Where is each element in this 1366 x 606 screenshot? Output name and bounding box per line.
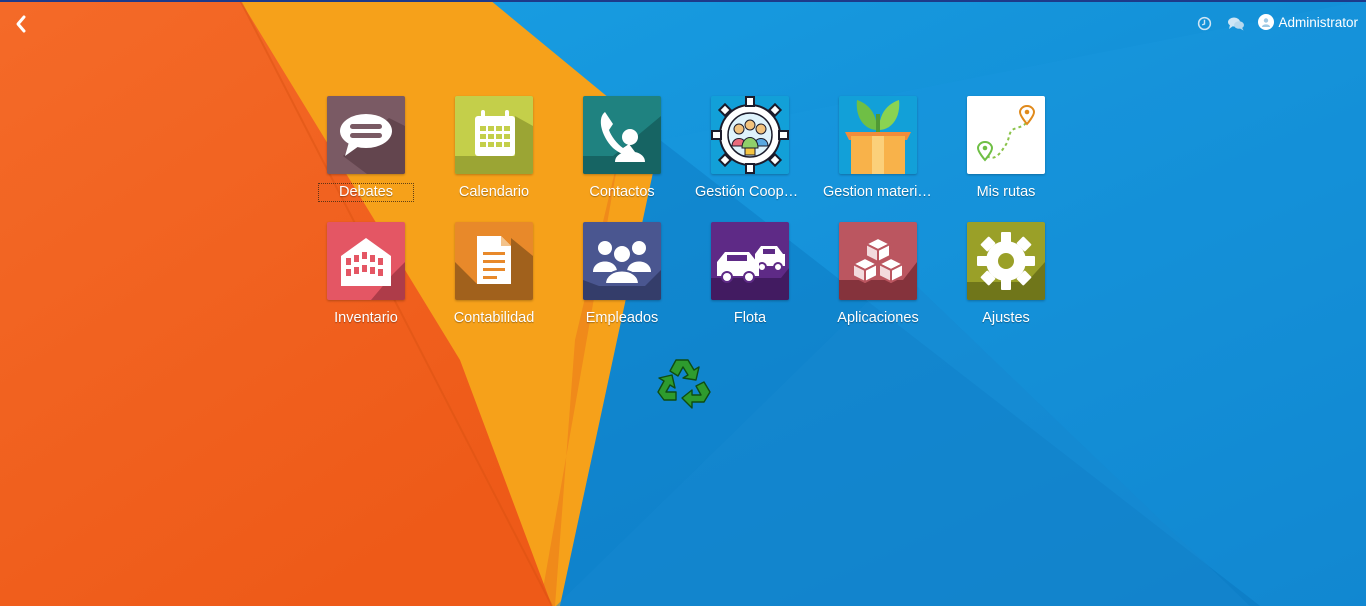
app-calendario[interactable]: Calendario	[430, 96, 558, 201]
app-label: Gestión Cooperativa	[695, 184, 805, 200]
app-grid: Debates Calendario Contactos Gestión Coo…	[302, 96, 1070, 327]
app-icon-tile	[327, 222, 405, 300]
app-debates[interactable]: Debates	[302, 96, 430, 202]
back-button[interactable]	[10, 12, 34, 36]
gear-icon	[967, 232, 1045, 300]
recycle-icon	[657, 359, 711, 409]
app-mis-rutas[interactable]: Mis rutas	[942, 96, 1070, 201]
chat-bubbles-icon	[1228, 17, 1244, 31]
app-label: Flota	[733, 310, 767, 326]
app-label: Contactos	[589, 184, 655, 200]
user-name: Administrator	[1278, 14, 1358, 30]
user-menu[interactable]: Administrator	[1258, 14, 1358, 30]
app-label: Mis rutas	[976, 184, 1036, 200]
app-icon-tile	[711, 222, 789, 300]
route-map-icon	[976, 104, 1036, 162]
user-icon	[1262, 18, 1271, 27]
app-icon-tile	[967, 222, 1045, 300]
app-aplicaciones[interactable]: Aplicaciones	[814, 222, 942, 327]
app-label: Calendario	[458, 184, 530, 200]
app-icon-tile	[839, 96, 917, 174]
chat-bubble-icon	[340, 114, 405, 174]
app-ajustes[interactable]: Ajustes	[942, 222, 1070, 327]
app-icon-tile	[967, 96, 1045, 174]
app-label: Debates	[318, 183, 414, 202]
app-icon-tile	[455, 96, 533, 174]
chevron-left-icon	[16, 15, 26, 33]
app-label: Ajustes	[982, 310, 1030, 326]
top-bar: Administrator	[0, 0, 1366, 46]
contact-phone-icon	[583, 112, 661, 174]
app-flota[interactable]: Flota	[686, 222, 814, 327]
avatar	[1258, 14, 1275, 30]
app-gestion-materiales[interactable]: Gestion materiales	[814, 96, 942, 201]
app-label: Gestion materiales	[823, 184, 933, 200]
clock-icon	[1197, 16, 1212, 31]
app-label: Inventario	[334, 310, 398, 326]
cars-icon	[711, 246, 789, 300]
document-icon	[455, 236, 533, 300]
people-icon	[583, 241, 661, 300]
plant-box-icon	[845, 100, 911, 174]
app-label: Empleados	[585, 310, 659, 326]
app-icon-tile	[711, 96, 789, 174]
cooperative-gear-icon	[711, 96, 789, 174]
cubes-icon	[839, 237, 917, 300]
app-icon-tile	[455, 222, 533, 300]
app-label: Aplicaciones	[837, 310, 919, 326]
activity-button[interactable]	[1197, 16, 1212, 36]
app-contactos[interactable]: Contactos	[558, 96, 686, 201]
warehouse-icon	[341, 238, 405, 300]
app-icon-tile	[583, 96, 661, 174]
app-icon-tile	[327, 96, 405, 174]
app-inventario[interactable]: Inventario	[302, 222, 430, 327]
app-gestion-cooperativa[interactable]: Gestión Cooperativa	[686, 96, 814, 201]
app-contabilidad[interactable]: Contabilidad	[430, 222, 558, 327]
messages-button[interactable]	[1227, 16, 1245, 36]
calendar-icon	[455, 110, 533, 174]
app-empleados[interactable]: Empleados	[558, 222, 686, 327]
app-icon-tile	[583, 222, 661, 300]
app-icon-tile	[839, 222, 917, 300]
app-label: Contabilidad	[453, 310, 535, 326]
